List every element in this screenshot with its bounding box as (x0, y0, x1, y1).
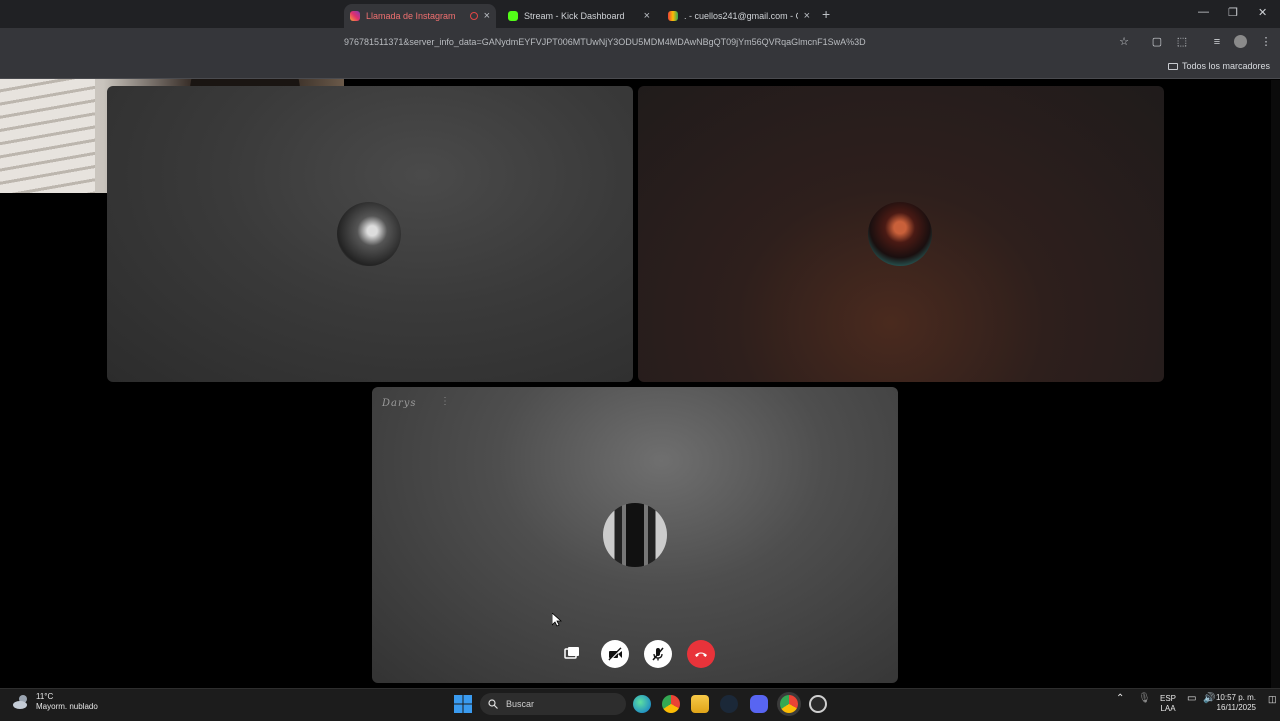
end-call-button[interactable] (687, 640, 715, 668)
weather-description: Mayorm. nublado (36, 702, 98, 711)
minimize-button[interactable]: — (1198, 6, 1209, 18)
tab-search-icon[interactable]: ▢ (1150, 35, 1164, 49)
obs-icon[interactable] (809, 695, 827, 713)
call-controls (558, 640, 715, 668)
close-tab-icon[interactable]: × (644, 10, 650, 22)
windows-start-icon[interactable] (454, 695, 472, 713)
gmail-icon (668, 11, 678, 21)
language-indicator[interactable]: ESP LAA (1160, 694, 1176, 714)
recording-indicator-icon (469, 12, 478, 20)
hang-up-icon (695, 652, 707, 657)
chrome-icon[interactable] (662, 695, 680, 713)
file-explorer-icon[interactable] (691, 695, 709, 713)
mouse-cursor-icon (552, 613, 562, 627)
camera-toggle-button[interactable] (601, 640, 629, 668)
more-options-icon[interactable]: ⋮ (440, 396, 450, 407)
bookmark-star-icon[interactable]: ☆ (1117, 35, 1131, 49)
all-bookmarks-button[interactable]: Todos los marcadores (1167, 61, 1270, 71)
chrome-active-icon[interactable] (780, 695, 798, 713)
weather-widget[interactable]: 11°C Mayorm. nublado (12, 692, 98, 712)
cloudy-weather-icon (13, 695, 27, 709)
steam-icon[interactable] (720, 695, 738, 713)
taskbar-search-box[interactable]: Buscar (480, 693, 626, 715)
participant-tile-3[interactable]: Darys ⋮ (372, 387, 898, 683)
microphone-icon[interactable]: 🎙 (1138, 694, 1151, 704)
edge-icon[interactable] (633, 695, 651, 713)
participant-tile-2[interactable] (638, 86, 1164, 382)
folder-icon (1167, 62, 1178, 70)
profile-avatar-icon[interactable] (1234, 35, 1247, 48)
close-window-button[interactable]: ✕ (1258, 6, 1267, 19)
share-screen-icon (564, 647, 579, 659)
search-icon (488, 699, 498, 709)
participant-avatar (603, 503, 667, 567)
participant-avatar (868, 202, 932, 266)
clock-time: 10:57 p. m. (1215, 693, 1256, 702)
show-hidden-icons-chevron-icon[interactable]: ⌃ (1116, 694, 1124, 704)
camera-off-icon (608, 647, 622, 661)
new-tab-button[interactable]: + (822, 6, 830, 22)
close-tab-icon[interactable]: × (484, 10, 490, 22)
keyboard-layout: LAA (1160, 704, 1176, 713)
participant-avatar (337, 202, 401, 266)
taskbar-clock[interactable]: 10:57 p. m. 16/11/2025 (1216, 693, 1256, 713)
network-icon[interactable]: ▭ (1187, 694, 1196, 704)
notifications-icon[interactable]: ◫ (1268, 694, 1277, 704)
participant-tile-1[interactable] (107, 86, 633, 382)
tab-label: Llamada de Instagram (366, 11, 456, 21)
tab-kick-dashboard[interactable]: Stream - Kick Dashboard × (502, 4, 656, 28)
mic-toggle-button[interactable] (644, 640, 672, 668)
bookmarks-label: Todos los marcadores (1181, 61, 1270, 71)
clock-date: 16/11/2025 (1216, 703, 1256, 712)
instagram-icon (350, 11, 360, 21)
maximize-button[interactable]: ❐ (1228, 6, 1238, 19)
language-code: ESP (1160, 694, 1177, 703)
close-tab-icon[interactable]: × (804, 10, 810, 22)
mic-off-icon (652, 647, 664, 661)
tab-label: Stream - Kick Dashboard (524, 11, 625, 21)
volume-icon[interactable]: 🔊 (1203, 694, 1215, 704)
page-scrollbar[interactable] (1271, 80, 1280, 688)
weather-temperature: 11°C (36, 692, 54, 701)
menu-kebab-icon[interactable]: ⋮ (1259, 35, 1273, 49)
bookmarks-bar (0, 56, 1280, 79)
participant-name: Darys (382, 398, 417, 409)
kick-icon (508, 11, 518, 21)
tab-gmail[interactable]: . - cuellos241@gmail.com - Gm × (662, 4, 816, 28)
search-placeholder: Buscar (506, 699, 535, 709)
tab-instagram-call[interactable]: Llamada de Instagram × (344, 4, 496, 28)
tab-label: . - cuellos241@gmail.com - Gm (684, 11, 798, 21)
discord-icon[interactable] (750, 695, 768, 713)
url-text[interactable]: 976781511371&server_info_data=GANydmEYFV… (344, 37, 866, 47)
extensions-icon[interactable]: ⬚ (1175, 35, 1189, 49)
share-screen-button[interactable] (558, 640, 586, 668)
media-controls-icon[interactable]: ≡ (1210, 35, 1224, 49)
